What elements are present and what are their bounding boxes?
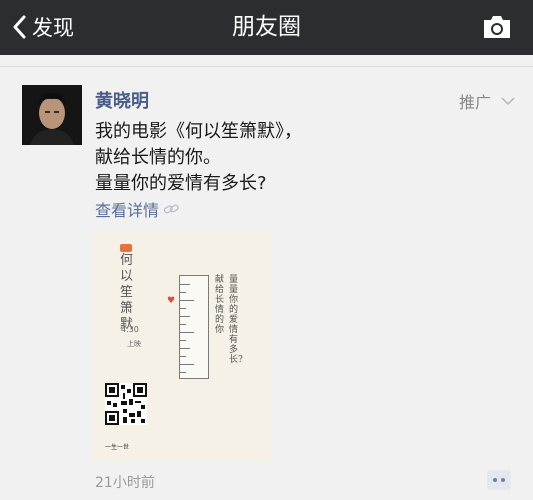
promo-label[interactable]: 推广 — [459, 89, 515, 113]
heart-icon: ♥ — [167, 296, 176, 306]
view-details-label: 查看详情 — [95, 201, 160, 220]
poster-release-label: 上映 — [127, 340, 141, 348]
promo-text: 推广 — [458, 93, 491, 112]
poster-release-date: 4.30 — [121, 325, 139, 334]
chevron-left-icon — [13, 15, 26, 39]
avatar[interactable] — [22, 85, 82, 145]
chevron-down-icon — [501, 96, 515, 105]
post-line: 量量你的爱情有多长? — [95, 173, 267, 194]
post-text: 我的电影《何以笙箫默》， 献给长情的你。 量量你的爱情有多长? — [95, 119, 495, 197]
post-line: 献给长情的你。 — [95, 147, 221, 168]
moment-post: 黄晓明 推广 我的电影《何以笙箫默》， 献给长情的你。 量量你的爱情有多长? 查… — [0, 67, 533, 500]
comment-icon[interactable] — [487, 470, 511, 490]
back-button[interactable]: 发现 — [12, 10, 74, 44]
camera-icon[interactable] — [481, 13, 513, 41]
post-line: 我的电影《何以笙箫默》， — [95, 121, 302, 142]
poster-handwriting-line: 献给长情的你 — [215, 275, 225, 335]
author-name[interactable]: 黄晓明 — [95, 87, 149, 113]
top-navbar: 发现 朋友圈 — [0, 0, 533, 55]
poster-tag — [120, 244, 132, 252]
poster-handwriting-line: 量量你的爱情有多长? — [229, 275, 243, 365]
movie-poster-image[interactable]: 何以笙箫默 4.30 上映 ♥ 量量你的爱情有多长? 献给长情的你 一生一世 — [93, 231, 271, 461]
view-details-link[interactable]: 查看详情 — [95, 197, 179, 221]
back-label: 发现 — [32, 16, 74, 40]
page-title: 朋友圈 — [232, 14, 301, 40]
post-timestamp: 21小时前 — [95, 475, 155, 491]
qr-code-icon — [105, 383, 147, 425]
ruler-graphic — [179, 275, 209, 379]
link-icon — [163, 204, 179, 214]
poster-brand: 一生一世 — [105, 444, 130, 451]
avatar-image — [22, 85, 82, 145]
poster-title: 何以笙箫默 — [120, 253, 134, 332]
